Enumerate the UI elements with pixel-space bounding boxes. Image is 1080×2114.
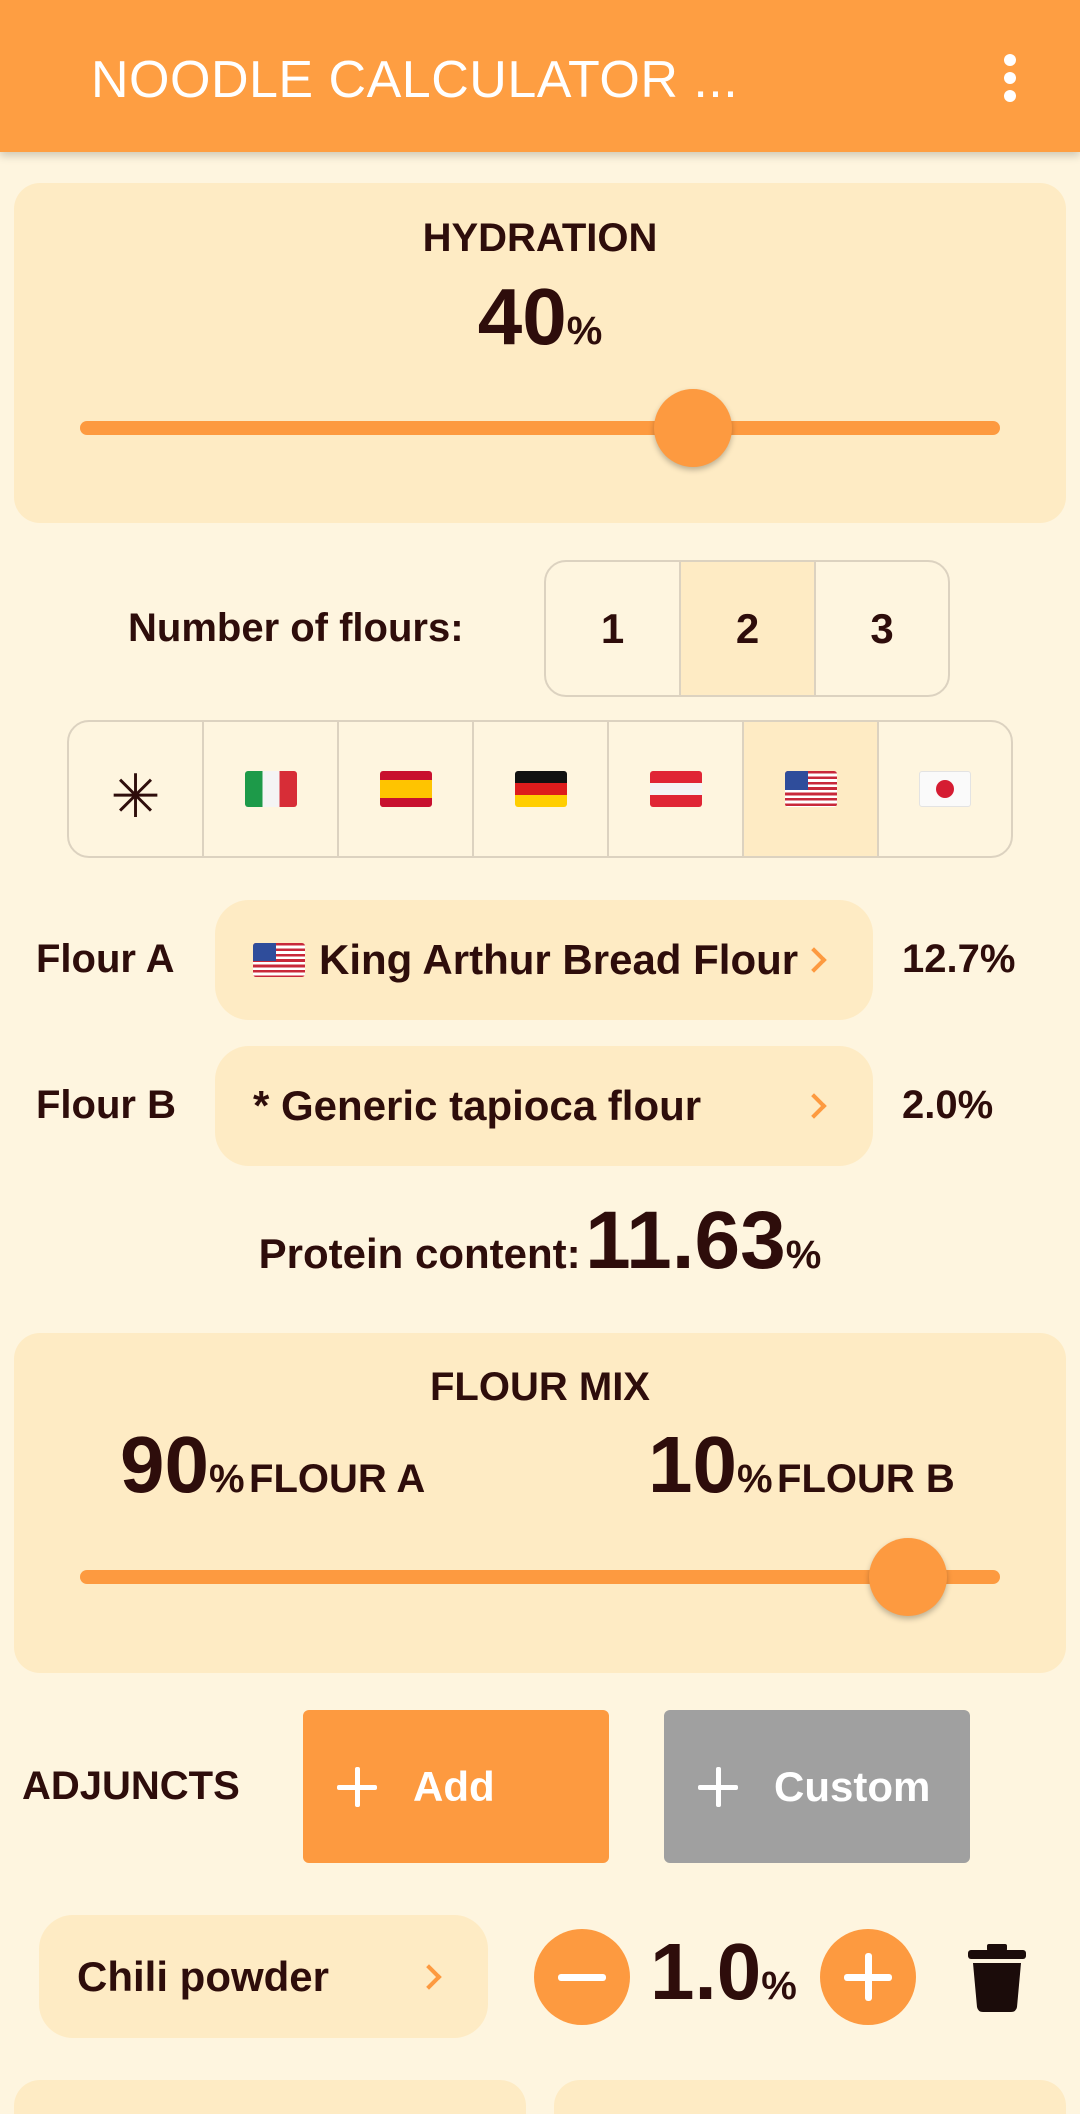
flour-a-share-number: 90 [120, 1420, 209, 1509]
filter-germany[interactable] [474, 722, 609, 856]
flour-a-name: King Arthur Bread Flour [319, 936, 799, 983]
flour-b-label: Flour B [36, 1083, 176, 1127]
filter-spain[interactable] [339, 722, 474, 856]
adjunct-name: Chili powder [77, 1952, 329, 2000]
germany-flag-icon [514, 771, 567, 807]
flour-mix-card: FLOUR MIX 90% FLOUR A 10% FLOUR B [14, 1333, 1066, 1673]
hydration-value: 40% [14, 271, 1066, 363]
decrease-button[interactable] [534, 1929, 630, 2025]
adjunct-unit: % [761, 1964, 797, 2008]
flour-b-share-unit: % [736, 1457, 773, 1501]
country-filter: ✳ [67, 720, 1013, 858]
flour-mix-slider-track[interactable] [80, 1570, 1000, 1584]
flour-a-share-label: FLOUR A [249, 1457, 426, 1501]
flour-a-share-unit: % [208, 1457, 245, 1501]
partial-card-left [14, 2080, 526, 2114]
hydration-slider-track[interactable] [80, 421, 1000, 435]
flour-a-protein: 12.7% [902, 937, 1016, 981]
flour-b-share-label: FLOUR B [777, 1457, 955, 1501]
hydration-card: HYDRATION 40% [14, 183, 1066, 523]
usa-flag-icon [253, 943, 305, 977]
flour-b-protein: 2.0% [902, 1083, 994, 1127]
japan-flag-icon [919, 771, 971, 807]
plus-icon [698, 1766, 738, 1807]
app-bar: NOODLE CALCULATOR ... [0, 0, 1080, 152]
flour-count-selector: 1 2 3 [544, 560, 950, 697]
flour-b-picker[interactable]: * Generic tapioca flour [215, 1046, 873, 1166]
flour-b-share: 10% FLOUR B [648, 1419, 955, 1511]
flour-mix-label: FLOUR MIX [430, 1365, 650, 1409]
flour-b-name: * Generic tapioca flour [253, 1082, 702, 1129]
flour-count-option-1[interactable]: 1 [546, 562, 681, 695]
custom-adjunct-button[interactable]: Custom [664, 1710, 970, 1863]
all-icon: ✳ [110, 763, 161, 830]
adjunct-value: 1.0% [650, 1926, 797, 2018]
filter-italy[interactable] [204, 722, 339, 856]
adjuncts-label: ADJUNCTS [22, 1764, 240, 1808]
hydration-label: HYDRATION [422, 216, 658, 260]
plus-icon [865, 1953, 872, 2001]
flour-count-label: Number of flours: [128, 606, 464, 650]
filter-usa[interactable] [744, 722, 879, 856]
flour-a-share: 90% FLOUR A [120, 1419, 425, 1511]
protein-value: 11.63 [585, 1195, 786, 1286]
adjunct-item-picker[interactable]: Chili powder [39, 1915, 488, 2038]
minus-icon [558, 1974, 606, 1981]
flour-mix-slider-thumb[interactable] [869, 1538, 947, 1616]
hydration-unit: % [566, 309, 603, 353]
protein-unit: % [785, 1233, 822, 1277]
increase-button[interactable] [820, 1929, 916, 2025]
italy-flag-icon [244, 771, 297, 807]
chevron-right-icon [416, 1964, 442, 1990]
more-vert-icon[interactable] [990, 50, 1030, 106]
hydration-number: 40 [477, 272, 567, 361]
plus-icon [337, 1766, 377, 1807]
filter-japan[interactable] [879, 722, 1011, 856]
flour-count-option-2[interactable]: 2 [681, 562, 816, 695]
flour-a-picker[interactable]: King Arthur Bread Flour [215, 900, 873, 1020]
partial-card-right [554, 2080, 1066, 2114]
hydration-slider-thumb[interactable] [654, 389, 732, 467]
custom-adjunct-label: Custom [774, 1762, 931, 1810]
protein-label: Protein content: [258, 1230, 581, 1277]
chevron-right-icon [801, 1093, 827, 1119]
protein-content: Protein content: 11.63% [0, 1194, 1080, 1288]
adjunct-number: 1.0 [650, 1927, 762, 2016]
chevron-right-icon [801, 947, 827, 973]
austria-flag-icon [649, 771, 702, 807]
flour-count-option-3[interactable]: 3 [816, 562, 948, 695]
add-adjunct-label: Add [413, 1762, 495, 1810]
add-adjunct-button[interactable]: Add [303, 1710, 609, 1863]
filter-all[interactable]: ✳ [69, 722, 204, 856]
usa-flag-icon [784, 771, 837, 807]
spain-flag-icon [379, 771, 432, 807]
trash-icon[interactable] [968, 1944, 1026, 2012]
flour-b-share-number: 10 [648, 1420, 737, 1509]
filter-austria[interactable] [609, 722, 744, 856]
app-title: NOODLE CALCULATOR ... [91, 51, 739, 109]
flour-a-label: Flour A [36, 937, 175, 981]
